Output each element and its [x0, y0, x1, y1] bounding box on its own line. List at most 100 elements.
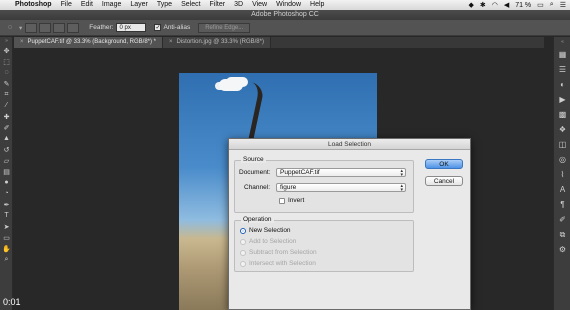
refine-edge-button[interactable]: Refine Edge...	[198, 22, 251, 33]
properties-panel-icon[interactable]: ☰	[554, 62, 570, 77]
clone-source-panel-icon[interactable]: ⧉	[554, 227, 570, 242]
hand-tool-icon[interactable]: ✋	[0, 243, 13, 254]
paragraph-panel-icon[interactable]: ¶	[554, 197, 570, 212]
character-panel-icon[interactable]: A	[554, 182, 570, 197]
search-icon[interactable]: ⌕	[550, 1, 554, 9]
cancel-button[interactable]: Cancel	[425, 176, 463, 186]
intersect-selection-mode-button[interactable]	[67, 22, 80, 33]
crop-tool-icon[interactable]: ⌗	[0, 89, 13, 100]
menu-image[interactable]: Image	[102, 0, 121, 10]
zoom-tool-icon[interactable]: ⌕	[0, 254, 13, 265]
menu-window[interactable]: Window	[276, 0, 301, 10]
menu-select[interactable]: Select	[181, 0, 200, 10]
channels-panel-icon[interactable]: ◎	[554, 152, 570, 167]
menu-layer[interactable]: Layer	[130, 0, 148, 10]
layers-panel-icon[interactable]: ◫	[554, 137, 570, 152]
collapse-chevron-icon[interactable]: «	[554, 37, 570, 47]
document-select[interactable]: PuppetCAF.tif ▴ ▾	[276, 168, 406, 178]
ok-button[interactable]: OK	[425, 159, 463, 169]
intersect-selection-radio	[240, 260, 246, 267]
shape-tool-icon[interactable]: ▭	[0, 232, 13, 243]
menu-type[interactable]: Type	[157, 0, 172, 10]
tab-puppetcaf[interactable]: × PuppetCAF.tif @ 33.3% (Background, RGB…	[14, 37, 163, 48]
brushes-panel-icon[interactable]: ✐	[554, 212, 570, 227]
operation-option: Subtract from Selection	[240, 249, 317, 256]
invert-row: Invert	[279, 197, 304, 204]
bluetooth-icon[interactable]: ✱	[480, 1, 486, 9]
lasso-tool-icon[interactable]: ◌	[0, 67, 13, 78]
tool-preset-chevron-icon[interactable]: ▾	[19, 24, 22, 32]
option-label: Intersect with Selection	[249, 260, 316, 267]
operation-option[interactable]: New Selection	[240, 227, 291, 234]
channel-value: figure	[280, 184, 297, 191]
dialog-title: Load Selection	[229, 139, 470, 150]
menu-edit[interactable]: Edit	[81, 0, 93, 10]
menu-view[interactable]: View	[252, 0, 267, 10]
cloud	[219, 79, 243, 91]
menu-3d[interactable]: 3D	[234, 0, 243, 10]
clone-stamp-tool-icon[interactable]: ▲	[0, 133, 13, 144]
paths-panel-icon[interactable]: ⌇	[554, 167, 570, 182]
option-label: Add to Selection	[249, 238, 297, 245]
wifi-icon[interactable]: ◠	[492, 1, 498, 9]
pen-tool-icon[interactable]: ✒	[0, 199, 13, 210]
dropbox-icon[interactable]: ◆	[468, 1, 473, 9]
swatches-panel-icon[interactable]: ▩	[554, 107, 570, 122]
blur-tool-icon[interactable]: ●	[0, 177, 13, 188]
document-value: PuppetCAF.tif	[280, 169, 320, 176]
tool-presets-panel-icon[interactable]: ⚙	[554, 242, 570, 257]
invert-label: Invert	[288, 197, 305, 204]
type-tool-icon[interactable]: T	[0, 210, 13, 221]
channel-row: Channel: figure ▴ ▾	[244, 183, 406, 193]
battery-icon[interactable]: ▭	[537, 1, 544, 9]
invert-checkbox[interactable]	[279, 197, 285, 204]
source-group: Source Document: PuppetCAF.tif ▴ ▾ Channe…	[234, 156, 414, 213]
menu-extras: ◆ ✱ ◠ ◀ 71 % ▭ ⌕ ☰	[468, 0, 566, 10]
new-selection-mode-button[interactable]	[25, 22, 38, 33]
antialias-label: Anti-alias	[163, 24, 191, 31]
close-icon[interactable]: ×	[169, 37, 173, 48]
eraser-tool-icon[interactable]: ▱	[0, 155, 13, 166]
history-panel-icon[interactable]: ▦	[554, 47, 570, 62]
battery-percent: 71 %	[515, 1, 532, 9]
new-selection-radio[interactable]	[240, 227, 246, 234]
styles-panel-icon[interactable]: ❖	[554, 122, 570, 137]
move-tool-icon[interactable]: ✥	[0, 45, 13, 56]
dodge-tool-icon[interactable]: ◔	[0, 188, 13, 199]
gradient-tool-icon[interactable]: ▤	[0, 166, 13, 177]
quick-select-tool-icon[interactable]: ✎	[0, 78, 13, 89]
menu-help[interactable]: Help	[310, 0, 324, 10]
collapse-chevron-icon[interactable]: »	[0, 37, 13, 45]
options-bar: ◌ ▾ Feather: 0 px ✓ Anti-alias Refine Ed…	[0, 20, 570, 36]
option-label: Subtract from Selection	[249, 249, 317, 256]
channel-select[interactable]: figure ▴ ▾	[276, 183, 406, 193]
mac-menu-bar: Photoshop File Edit Image Layer Type Sel…	[0, 0, 570, 10]
healing-brush-tool-icon[interactable]: ✚	[0, 111, 13, 122]
antialias-checkbox[interactable]: ✓	[154, 24, 162, 31]
marquee-tool-icon[interactable]: ⬚	[0, 56, 13, 67]
close-icon[interactable]: ×	[20, 37, 24, 48]
tab-label: Distortion.jpg @ 33.3% (RGB/8*)	[176, 39, 264, 45]
path-selection-tool-icon[interactable]: ➤	[0, 221, 13, 232]
source-label: Source	[241, 156, 266, 163]
tab-label: PuppetCAF.tif @ 33.3% (Background, RGB/8…	[27, 39, 156, 45]
actions-panel-icon[interactable]: ▶	[554, 92, 570, 107]
channel-label: Channel:	[244, 184, 271, 191]
brush-tool-icon[interactable]: ✐	[0, 122, 13, 133]
lasso-tool-icon[interactable]: ◌	[4, 22, 16, 33]
adjustments-panel-icon[interactable]: ◐	[554, 77, 570, 92]
volume-icon[interactable]: ◀	[504, 1, 509, 9]
list-icon[interactable]: ☰	[560, 1, 566, 9]
feather-input[interactable]: 0 px	[116, 23, 147, 32]
eyedropper-tool-icon[interactable]: ⁄	[0, 100, 13, 111]
subtract-selection-radio	[240, 249, 246, 256]
menu-filter[interactable]: Filter	[210, 0, 226, 10]
subtract-selection-mode-button[interactable]	[53, 22, 66, 33]
menu-photoshop[interactable]: Photoshop	[15, 0, 52, 10]
load-selection-dialog: Load Selection Source Document: PuppetCA…	[228, 138, 471, 310]
history-brush-tool-icon[interactable]: ↺	[0, 144, 13, 155]
add-selection-mode-button[interactable]	[39, 22, 52, 33]
document-row: Document: PuppetCAF.tif ▴ ▾	[239, 168, 406, 178]
menu-file[interactable]: File	[61, 0, 72, 10]
tab-distortion[interactable]: × Distortion.jpg @ 33.3% (RGB/8*)	[163, 37, 271, 48]
